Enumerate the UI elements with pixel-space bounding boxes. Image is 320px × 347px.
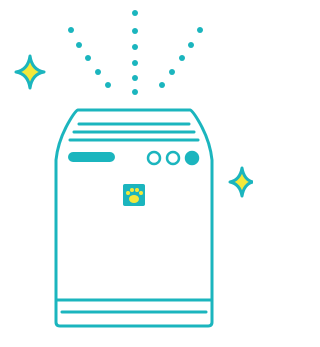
sparkle-icon [14,54,46,90]
control-button-1 [146,150,162,166]
paw-pad [129,195,139,203]
airflow-dot [169,69,175,75]
illustration-svg [14,10,253,328]
paw-toe [135,188,139,192]
airflow-dot [132,10,138,16]
airflow-dot [95,69,101,75]
airflow-dot [188,42,194,48]
purifier-outline [54,108,214,328]
airflow-dots-icon [68,10,203,95]
airflow-dot [132,89,138,95]
paw-icon [123,184,145,206]
control-button-3 [184,150,200,166]
control-button-2 [165,150,181,166]
air-purifier-illustration [0,0,253,347]
airflow-dot [179,55,185,61]
airflow-dot [132,60,138,66]
purifier-body [54,108,214,328]
airflow-dot [68,27,74,33]
airflow-dot [197,27,203,33]
airflow-dot [105,82,111,88]
paw-toe [130,188,134,192]
sparkle-icon [228,166,253,198]
airflow-dot [76,42,82,48]
airflow-dot [132,28,138,34]
airflow-dot [132,44,138,50]
airflow-dot [159,82,165,88]
display-bar [68,152,115,162]
paw-toe [126,191,130,195]
paw-toe [139,191,143,195]
airflow-dot [132,75,138,81]
airflow-dot [85,55,91,61]
